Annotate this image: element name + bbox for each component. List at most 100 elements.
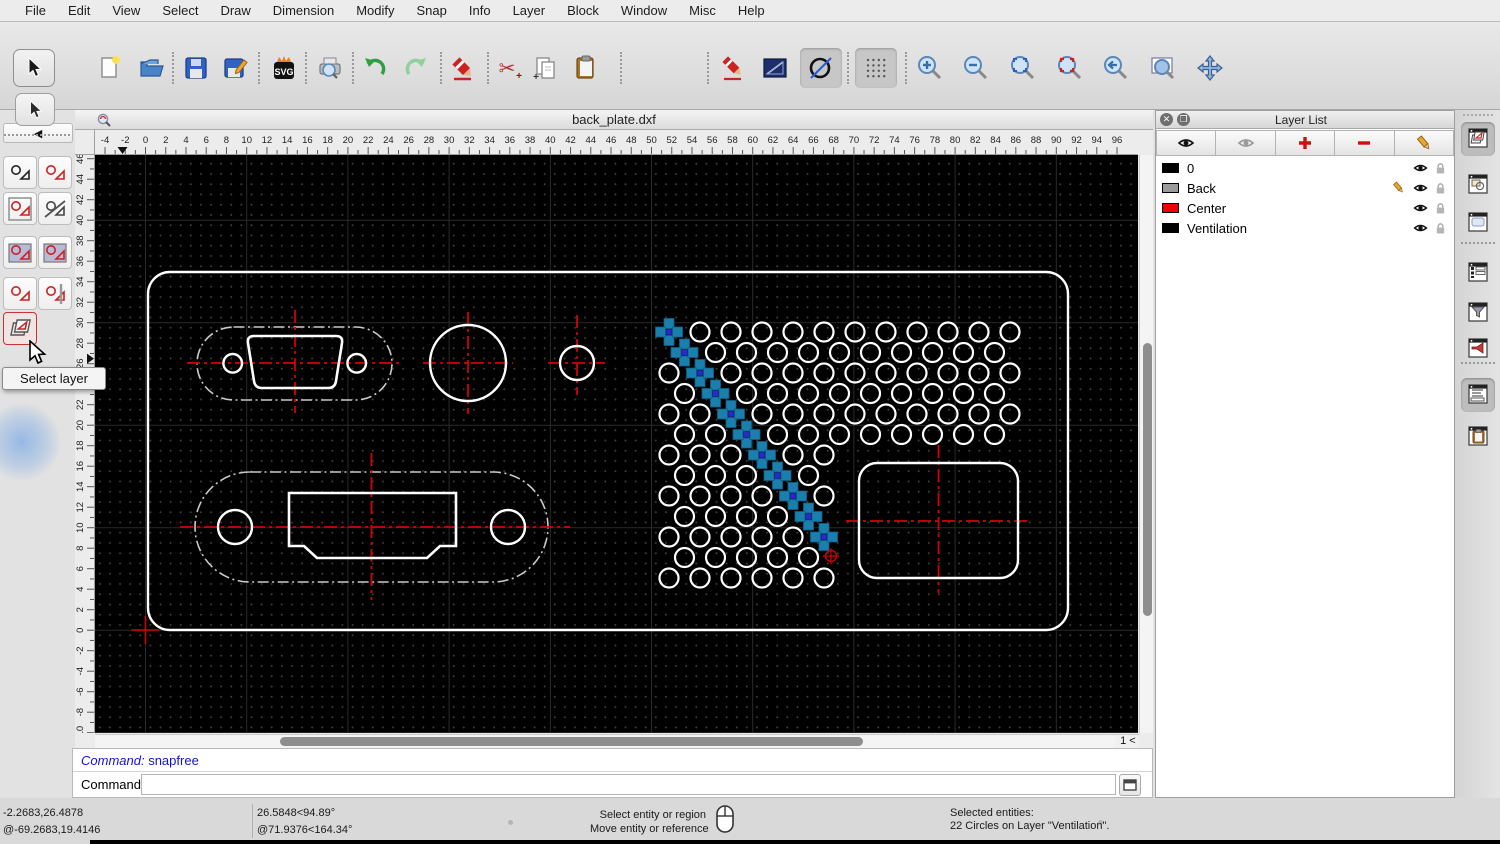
vent-hole[interactable] [968,403,990,425]
vent-hole[interactable] [782,567,804,589]
paste-button[interactable] [569,51,603,85]
selected-circle-handles[interactable] [670,338,699,367]
vent-hole[interactable] [720,321,742,343]
print-preview-button[interactable] [313,51,347,85]
zoom-window-button[interactable] [1146,51,1180,85]
tool-select-inverted[interactable] [38,277,72,310]
zoom-auto-button[interactable] [1006,51,1040,85]
menu-file[interactable]: File [14,0,57,21]
menu-modify[interactable]: Modify [345,0,405,21]
vertical-scrollbar-thumb[interactable] [1142,343,1152,616]
selected-circle-handles[interactable] [779,482,807,510]
vent-hole[interactable] [751,403,773,425]
layer-row-center[interactable]: Center [1156,198,1454,218]
vent-hole[interactable] [875,403,897,425]
draw-pencil-button[interactable] [716,51,750,85]
vent-hole[interactable] [983,382,1006,405]
selected-circle-handles[interactable] [794,502,823,531]
delete-eraser-button[interactable] [446,51,480,85]
menu-view[interactable]: View [101,0,151,21]
selected-circle-handles[interactable] [763,461,792,490]
vent-hole[interactable] [999,403,1021,425]
vent-hole[interactable] [673,546,696,569]
close-icon[interactable]: ✕ [1160,113,1173,126]
vent-hole[interactable] [983,423,1006,446]
vent-hole[interactable] [673,464,696,487]
vent-hole[interactable] [751,567,773,589]
vent-hole[interactable] [673,505,696,528]
vent-hole[interactable] [704,505,727,528]
vent-hole[interactable] [813,321,835,343]
menu-dimension[interactable]: Dimension [262,0,345,21]
snap-free-button[interactable] [800,48,842,88]
vent-hole[interactable] [720,362,742,384]
vent-hole[interactable] [766,341,789,364]
menu-block[interactable]: Block [556,0,610,21]
vent-hole[interactable] [968,362,990,384]
library-browser-panel-button[interactable] [1461,256,1495,290]
zoom-out-button[interactable] [959,51,993,85]
vent-hole[interactable] [704,464,727,487]
vent-hole[interactable] [797,464,820,487]
cut-button[interactable]: ✂ + [493,51,527,85]
redo-button[interactable] [399,51,433,85]
vent-hole[interactable] [828,341,851,364]
vent-hole[interactable] [906,362,928,384]
pattern-panel-button[interactable] [1461,332,1495,366]
command-window-toggle-button[interactable] [1119,773,1141,796]
menu-snap[interactable]: Snap [406,0,458,21]
vent-hole[interactable] [828,423,851,446]
tool-select-window[interactable] [3,192,37,225]
vent-hole[interactable] [689,444,711,466]
vent-hole[interactable] [658,526,680,548]
vent-hole[interactable] [689,485,711,507]
layer-list-panel-button[interactable] [1461,122,1495,156]
save-as-button[interactable] [219,51,253,85]
vent-hole[interactable] [720,485,742,507]
menu-draw[interactable]: Draw [209,0,261,21]
command-line-panel-button[interactable] [1461,378,1495,412]
vent-hole[interactable] [999,362,1021,384]
tools-back-button[interactable]: ◀ [3,123,73,143]
vent-hole[interactable] [782,362,804,384]
tool-select-entity[interactable] [3,156,37,189]
layer-visible-eye-icon[interactable] [1413,182,1428,194]
vent-hole[interactable] [890,341,913,364]
remove-layer-minus-button[interactable] [1335,130,1395,156]
vent-hole[interactable] [782,444,804,466]
copy-button[interactable]: + [529,51,563,85]
vent-hole[interactable] [751,362,773,384]
vent-hole[interactable] [766,382,789,405]
vent-hole[interactable] [921,341,944,364]
zoom-previous-button[interactable] [1099,51,1133,85]
vent-hole[interactable] [673,423,696,446]
menu-layer[interactable]: Layer [502,0,557,21]
vent-hole[interactable] [828,382,851,405]
selection-pointer-button[interactable] [13,49,55,87]
vent-hole[interactable] [983,341,1006,364]
vent-hole[interactable] [952,341,975,364]
layer-lock-icon[interactable] [1435,182,1446,195]
vent-hole[interactable] [797,382,820,405]
vent-hole[interactable] [751,526,773,548]
layer-lock-icon[interactable] [1435,162,1446,175]
pan-button[interactable] [1193,51,1227,85]
vent-hole[interactable] [844,321,866,343]
vent-hole[interactable] [704,341,727,364]
menu-help[interactable]: Help [727,0,776,21]
layer-visible-eye-icon[interactable] [1413,162,1428,174]
vent-hole[interactable] [921,423,944,446]
menu-misc[interactable]: Misc [678,0,727,21]
tool-select-intersected[interactable] [38,236,72,269]
zoom-in-button[interactable] [913,51,947,85]
zoom-selected-button[interactable] [1053,51,1087,85]
vent-hole[interactable] [797,341,820,364]
menu-edit[interactable]: Edit [57,0,101,21]
property-editor-panel-button[interactable] [1461,206,1495,240]
open-folder-button[interactable] [135,51,169,85]
plate-outline[interactable] [146,270,1070,632]
vent-hole[interactable] [782,526,804,548]
vent-hole[interactable] [813,403,835,425]
block-list-panel-button[interactable] [1461,168,1495,202]
undo-button[interactable] [358,51,392,85]
